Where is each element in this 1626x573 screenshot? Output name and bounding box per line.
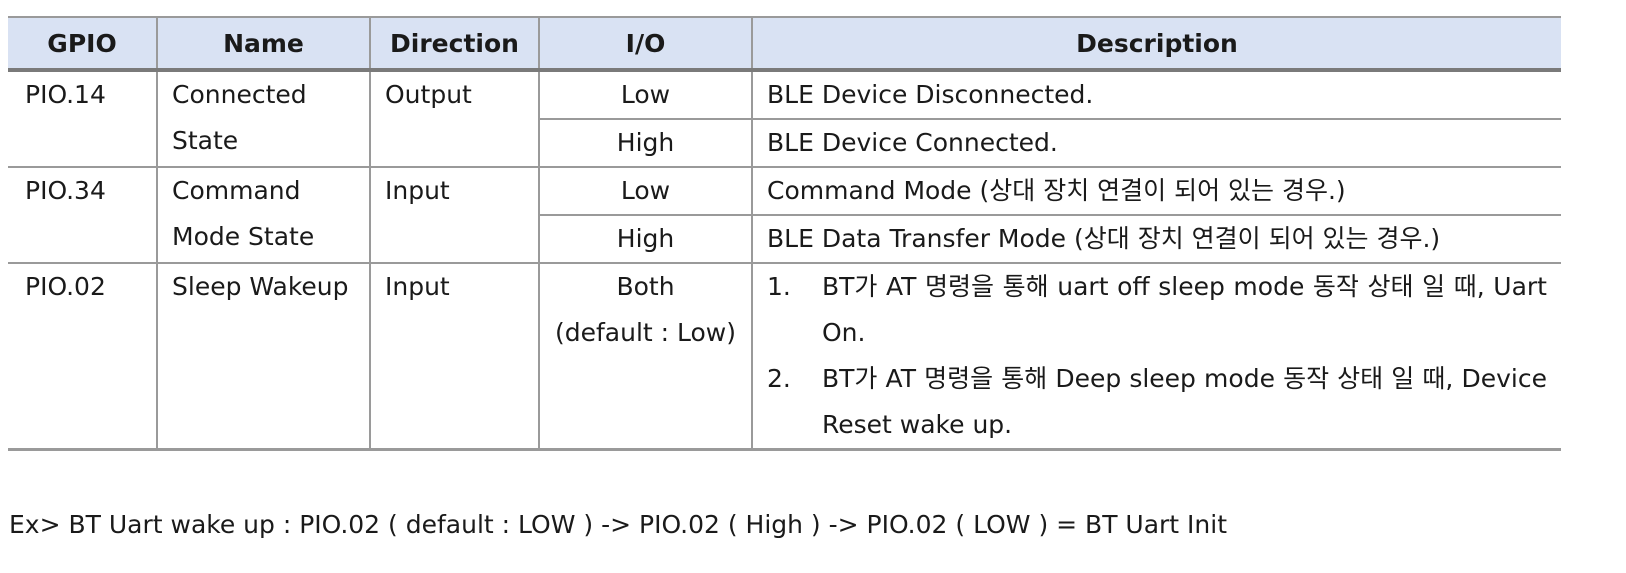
description-list: 1. BT가 AT 명령을 통해 uart off sleep mode 동작 … <box>767 264 1561 448</box>
io-cell: Low <box>538 167 753 216</box>
header-direction: Direction <box>369 16 540 72</box>
name-line: Connected <box>172 80 307 109</box>
table-row: PIO.34 Command Mode State Input Low Comm… <box>8 167 1561 264</box>
description-cell: 1. BT가 AT 명령을 통해 uart off sleep mode 동작 … <box>751 263 1561 451</box>
name-cell: Command Mode State <box>156 167 371 264</box>
io-cell: High <box>538 119 753 168</box>
list-number: 1. <box>767 272 791 301</box>
gpio-cell: PIO.14 <box>8 70 158 168</box>
table-header-row: GPIO Name Direction I/O Description <box>8 16 1561 72</box>
direction-cell: Input <box>369 167 540 264</box>
header-name: Name <box>156 16 371 72</box>
description-cell: BLE Device Connected. <box>751 119 1561 168</box>
description-cell: BLE Device Disconnected. <box>751 70 1561 120</box>
io-cell: Both (default : Low) <box>538 263 753 451</box>
gpio-cell: PIO.34 <box>8 167 158 264</box>
direction-cell: Input <box>369 263 540 451</box>
header-gpio: GPIO <box>8 16 158 72</box>
list-text: BT가 AT 명령을 통해 uart off sleep mode 동작 상태 … <box>822 272 1547 347</box>
gpio-cell: PIO.02 <box>8 263 158 451</box>
list-number: 2. <box>767 364 791 393</box>
direction-cell: Output <box>369 70 540 168</box>
io-level-line: Both <box>616 272 675 301</box>
table-row: PIO.14 Connected State Output Low BLE De… <box>8 70 1561 168</box>
io-cell: Low <box>538 70 753 120</box>
io-cell: High <box>538 215 753 264</box>
description-cell: Command Mode (상대 장치 연결이 되어 있는 경우.) <box>751 167 1561 216</box>
name-cell: Sleep Wakeup <box>156 263 371 451</box>
name-line: Command <box>172 176 301 205</box>
table-row: PIO.02 Sleep Wakeup Input Both (default … <box>8 263 1561 451</box>
gpio-table: GPIO Name Direction I/O Description PIO.… <box>8 16 1561 451</box>
name-cell: Connected State <box>156 70 371 168</box>
header-io: I/O <box>538 16 753 72</box>
name-line: Mode State <box>172 222 315 251</box>
description-list-item: 2. BT가 AT 명령을 통해 Deep sleep mode 동작 상태 일… <box>767 356 1561 448</box>
header-description: Description <box>751 16 1561 72</box>
description-cell: BLE Data Transfer Mode (상대 장치 연결이 되어 있는 … <box>751 215 1561 264</box>
example-text: Ex> BT Uart wake up : PIO.02 ( default :… <box>9 510 1228 539</box>
list-text: BT가 AT 명령을 통해 Deep sleep mode 동작 상태 일 때,… <box>822 364 1547 439</box>
io-level-line: (default : Low) <box>554 318 737 347</box>
description-list-item: 1. BT가 AT 명령을 통해 uart off sleep mode 동작 … <box>767 264 1561 356</box>
name-line: State <box>172 126 239 155</box>
